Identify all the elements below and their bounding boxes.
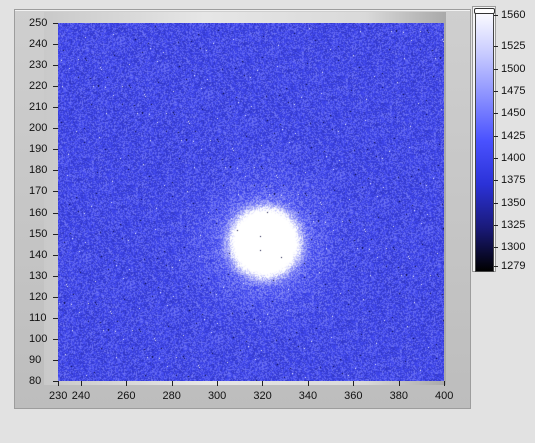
y-tick-mark	[53, 191, 58, 193]
color-scale-label: 1525	[501, 40, 526, 53]
color-scale-tick	[494, 113, 498, 115]
x-tick-label: 400	[435, 390, 454, 402]
x-tick-mark	[216, 381, 218, 386]
y-tick-mark	[53, 149, 58, 151]
y-tick-mark	[53, 212, 58, 214]
color-scale-tick	[494, 68, 498, 70]
x-tick-label: 230	[49, 390, 68, 402]
y-tick-label: 110	[29, 311, 47, 324]
y-tick-label: 230	[29, 59, 48, 72]
y-tick-mark	[53, 65, 58, 67]
x-tick-label: 240	[71, 390, 91, 402]
y-tick-mark	[53, 107, 58, 109]
x-tick-mark	[398, 381, 400, 386]
x-tick-label: 320	[253, 390, 272, 402]
color-scale-tick	[494, 266, 498, 267]
y-tick-label: 80	[29, 375, 42, 387]
y-tick-label: 150	[29, 227, 48, 240]
color-scale-tick	[494, 247, 498, 249]
x-tick-label: 280	[162, 390, 181, 402]
color-scale-label: 1425	[501, 129, 526, 142]
y-tick-mark	[53, 233, 58, 235]
y-tick-mark	[53, 317, 58, 319]
x-tick-mark	[353, 381, 355, 386]
y-tick-label: 250	[29, 17, 48, 29]
color-scale-label: 1475	[501, 84, 526, 97]
color-scale-tick	[494, 15, 498, 16]
x-tick-label: 360	[344, 390, 363, 402]
x-tick-label: 340	[298, 390, 318, 402]
intensity-plot-area[interactable]	[58, 23, 444, 381]
color-scale-label: 1560	[501, 9, 526, 21]
x-tick-label: 260	[117, 390, 136, 402]
x-tick-label: 380	[389, 390, 408, 402]
y-tick-label: 140	[29, 248, 48, 261]
y-tick-label: 180	[29, 164, 48, 177]
color-scale-label: 1375	[501, 174, 526, 187]
y-tick-mark	[53, 296, 58, 298]
y-tick-mark	[53, 275, 58, 277]
y-tick-label: 120	[29, 290, 48, 303]
y-tick-label: 130	[29, 269, 48, 282]
y-tick-label: 100	[29, 332, 48, 345]
y-tick-label: 240	[29, 38, 48, 51]
y-tick-label: 170	[29, 185, 48, 198]
color-scale-tick	[494, 202, 498, 204]
color-scale-ramp[interactable]	[475, 9, 494, 272]
color-scale-label: 1325	[501, 218, 526, 231]
color-scale-tick	[494, 46, 498, 48]
y-tick-mark	[53, 381, 58, 382]
color-scale-label: 1350	[501, 196, 526, 209]
color-scale-label: 1400	[501, 151, 526, 164]
intensity-image	[58, 23, 444, 381]
y-tick-label: 210	[29, 101, 48, 114]
x-tick-mark	[262, 381, 264, 386]
x-tick-mark	[171, 381, 173, 386]
x-tick-mark	[58, 381, 59, 386]
y-tick-mark	[53, 170, 58, 172]
color-scale-label: 1300	[501, 241, 526, 254]
y-tick-label: 220	[29, 80, 48, 93]
y-tick-mark	[53, 86, 58, 88]
y-tick-mark	[53, 359, 58, 361]
color-scale-label: 1279	[501, 260, 526, 272]
y-tick-mark	[53, 44, 58, 46]
color-scale-tick	[494, 90, 498, 92]
color-scale-tick	[494, 224, 498, 226]
y-tick-mark	[53, 23, 58, 24]
color-scale-max-marker[interactable]	[474, 8, 495, 14]
y-tick-label: 200	[29, 122, 48, 135]
color-scale-tick	[494, 157, 498, 159]
x-tick-mark	[80, 381, 82, 386]
x-tick-label: 300	[207, 390, 227, 402]
color-scale-tick	[494, 180, 498, 182]
x-tick-mark	[444, 381, 445, 386]
color-scale-label: 1450	[501, 107, 526, 120]
y-tick-label: 90	[29, 353, 42, 366]
y-tick-mark	[53, 338, 58, 340]
color-scale-label: 1500	[501, 62, 526, 75]
y-tick-mark	[53, 128, 58, 130]
y-tick-mark	[53, 254, 58, 256]
color-scale-tick	[494, 135, 498, 137]
y-tick-label: 190	[29, 143, 48, 156]
x-tick-mark	[307, 381, 309, 386]
x-tick-mark	[126, 381, 128, 386]
y-tick-label: 160	[29, 206, 48, 219]
